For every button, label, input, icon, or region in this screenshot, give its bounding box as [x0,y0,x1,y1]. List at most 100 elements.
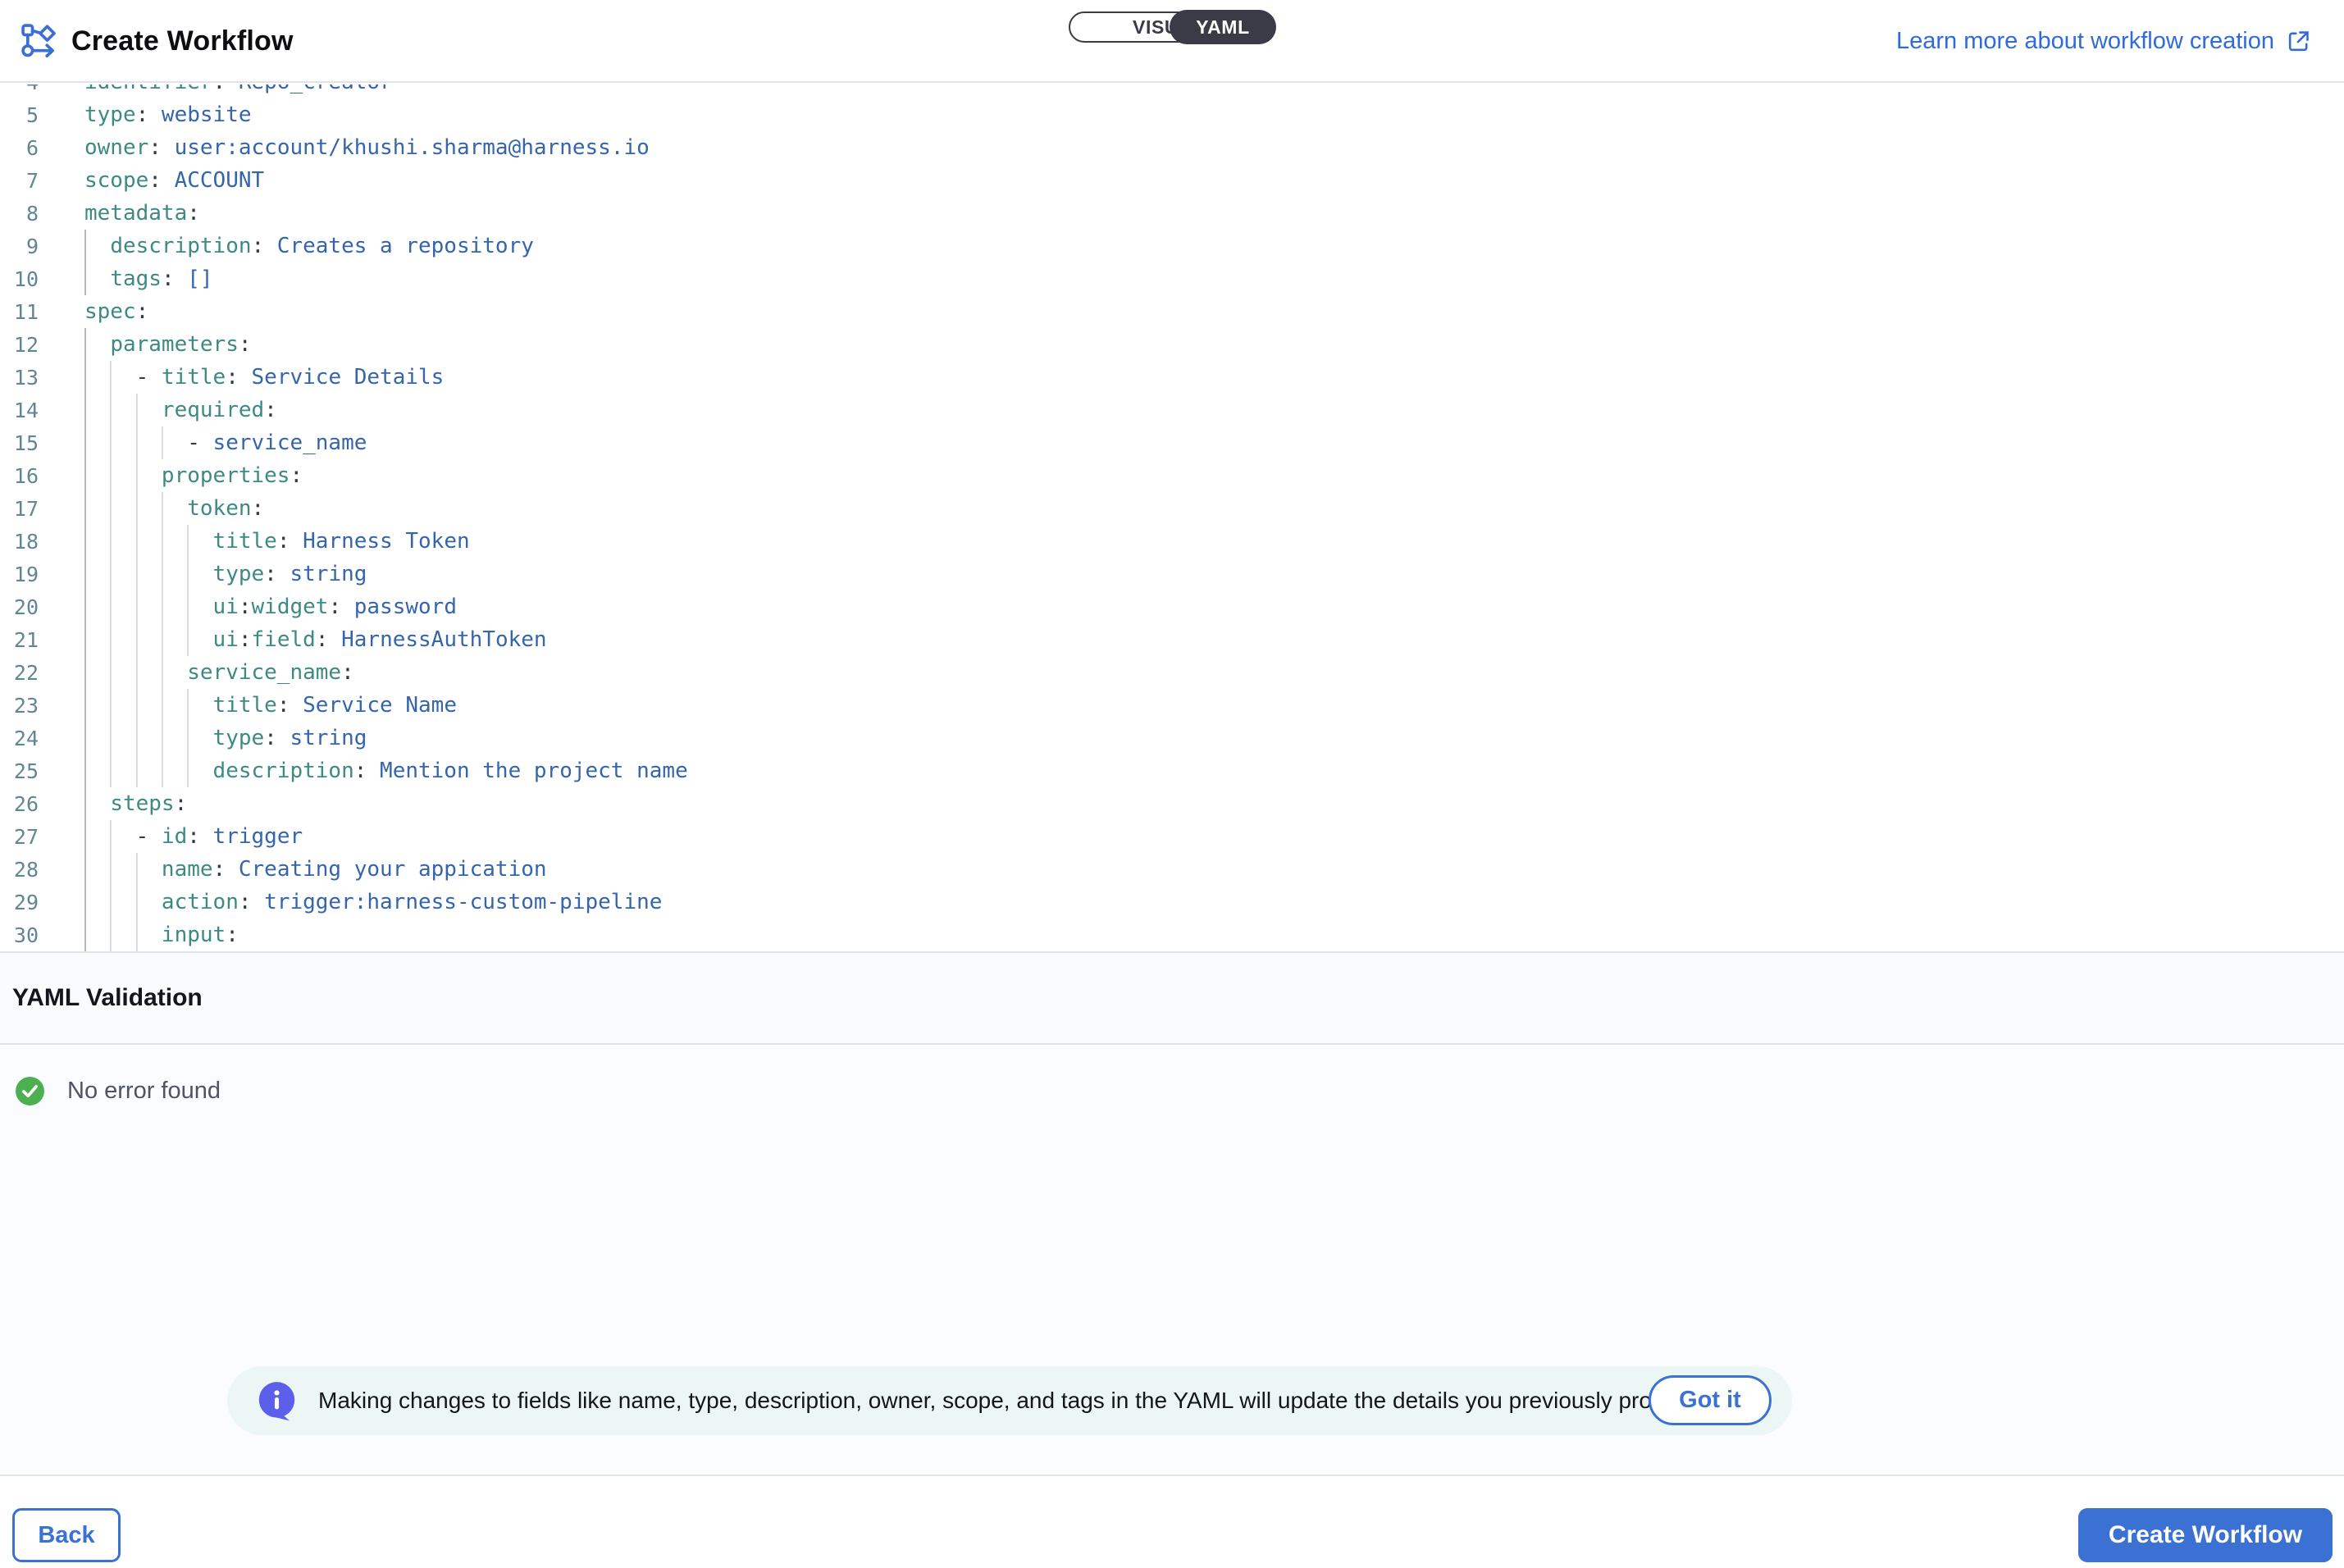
line-number: 17 [0,497,39,521]
code-text: type: string [84,722,367,754]
line-number: 5 [0,103,39,127]
info-banner: Making changes to fields like name, type… [227,1366,1792,1435]
indent-guide [110,394,112,426]
code-line[interactable]: 23 title: Service Name [0,689,2344,722]
code-text: identifier: Repo_creator [84,84,393,98]
indent-guide [110,361,112,394]
line-number: 19 [0,563,39,586]
code-line[interactable]: 18 title: Harness Token [0,525,2344,558]
indent-guide [136,492,138,525]
code-line[interactable]: 8metadata: [0,197,2344,230]
indent-guide [84,361,86,394]
create-workflow-button[interactable]: Create Workflow [2078,1508,2333,1562]
code-line[interactable]: 13 - title: Service Details [0,361,2344,394]
code-line[interactable]: 20 ui:widget: password [0,590,2344,623]
code-text: - service_name [84,426,367,459]
code-text: owner: user:account/khushi.sharma@harnes… [84,131,650,164]
line-number: 9 [0,235,39,258]
code-line[interactable]: 14 required: [0,394,2344,426]
indent-guide [136,886,138,918]
indent-guide [84,394,86,426]
code-line[interactable]: 15 - service_name [0,426,2344,459]
indent-guide [84,558,86,590]
indent-guide [162,656,163,689]
code-line[interactable]: 25 description: Mention the project name [0,754,2344,787]
code-line[interactable]: 12 parameters: [0,328,2344,361]
indent-guide [110,722,112,754]
indent-guide [84,754,86,787]
code-line[interactable]: 9 description: Creates a repository [0,230,2344,262]
line-number: 27 [0,825,39,849]
indent-guide [136,689,138,722]
indent-guide [84,328,86,361]
code-line[interactable]: 10 tags: [] [0,262,2344,295]
code-line[interactable]: 19 type: string [0,558,2344,590]
code-text: parameters: [84,328,252,361]
line-number: 11 [0,300,39,324]
indent-guide [136,394,138,426]
code-line[interactable]: 28 name: Creating your appication [0,853,2344,886]
code-text: description: Mention the project name [84,754,688,787]
info-icon [255,1379,299,1423]
indent-guide [110,853,112,886]
footer-bar: Back Create Workflow [0,1475,2344,1568]
code-line[interactable]: 26 steps: [0,787,2344,820]
indent-guide [84,656,86,689]
indent-guide [136,754,138,787]
code-line[interactable]: 29 action: trigger:harness-custom-pipeli… [0,886,2344,918]
header-bar: Create Workflow VISUAL YAML Learn more a… [0,0,2344,83]
indent-guide [136,623,138,656]
indent-guide [110,426,112,459]
external-link-icon [2286,29,2311,54]
indent-guide [187,623,189,656]
line-number: 22 [0,661,39,685]
code-line[interactable]: 22 service_name: [0,656,2344,689]
code-line[interactable]: 16 properties: [0,459,2344,492]
indent-guide [110,754,112,787]
code-text: action: trigger:harness-custom-pipeline [84,886,662,918]
code-line[interactable]: 7scope: ACCOUNT [0,164,2344,197]
indent-guide [84,426,86,459]
indent-guide [136,525,138,558]
code-text: service_name: [84,656,354,689]
indent-guide [162,722,163,754]
code-line[interactable]: 27 - id: trigger [0,820,2344,853]
code-text: required: [84,394,277,426]
indent-guide [110,558,112,590]
indent-guide [162,426,163,459]
validation-status-row: No error found [15,1076,221,1106]
indent-guide [110,623,112,656]
got-it-button[interactable]: Got it [1649,1375,1772,1425]
code-line[interactable]: 24 type: string [0,722,2344,754]
indent-guide [110,656,112,689]
code-line[interactable]: 17 token: [0,492,2344,525]
line-number: 18 [0,530,39,554]
code-line[interactable]: 5type: website [0,98,2344,131]
line-number: 8 [0,202,39,226]
line-number: 30 [0,923,39,947]
code-text: title: Service Name [84,689,457,722]
code-line[interactable]: 6owner: user:account/khushi.sharma@harne… [0,131,2344,164]
validation-status-text: No error found [67,1078,221,1105]
back-button[interactable]: Back [12,1508,121,1562]
yaml-editor[interactable]: 4identifier: Repo_creator5type: website6… [0,84,2344,951]
indent-guide [84,230,86,262]
learn-more-link[interactable]: Learn more about workflow creation [1896,0,2311,83]
indent-guide [110,918,112,951]
workflow-icon [21,23,58,61]
code-line[interactable]: 30 input: [0,918,2344,951]
line-number: 12 [0,333,39,357]
line-number: 23 [0,694,39,718]
indent-guide [110,886,112,918]
code-line[interactable]: 21 ui:field: HarnessAuthToken [0,623,2344,656]
code-line[interactable]: 11spec: [0,295,2344,328]
indent-guide [162,689,163,722]
line-number: 7 [0,169,39,193]
code-line[interactable]: 4identifier: Repo_creator [0,84,2344,98]
indent-guide [136,558,138,590]
yaml-validation-body: No error found Making changes to fields … [0,1046,2344,1475]
indent-guide [136,426,138,459]
toggle-option-yaml[interactable]: YAML [1170,10,1276,44]
line-number: 16 [0,464,39,488]
indent-guide [84,262,86,295]
